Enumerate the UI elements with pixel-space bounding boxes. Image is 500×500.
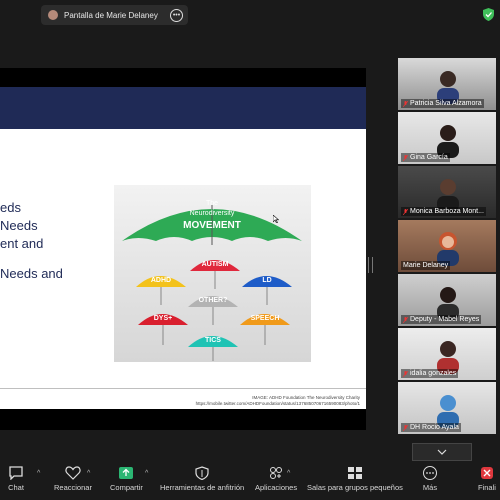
mic-muted-icon: [402, 370, 409, 377]
reactions-options-caret[interactable]: ^: [87, 470, 90, 477]
presentation-slide: eds Needs ent and Needs and The Neurodiv…: [0, 87, 366, 409]
mic-muted-icon: [402, 100, 409, 107]
end-call-icon: [480, 467, 493, 479]
participant-name-tag: Gina García: [401, 153, 450, 162]
mic-muted-icon: [402, 154, 409, 161]
chat-options-caret[interactable]: ^: [37, 470, 40, 477]
umbrella-label: DYS+: [154, 315, 172, 322]
breakout-rooms-button[interactable]: Salas para grupos pequeños: [307, 466, 403, 492]
mic-muted-icon: [402, 208, 409, 215]
chevron-down-icon: [437, 449, 447, 455]
participant-tile[interactable]: Deputy - Mabel Reyes: [398, 274, 496, 326]
panel-resize-handle[interactable]: [368, 257, 373, 273]
share-options-caret[interactable]: ^: [145, 470, 148, 477]
slide-bullet: Needs and: [0, 266, 63, 281]
screen-share-title: Pantalla de Marie Delaney: [64, 10, 158, 20]
umbrella-label: OTHER?: [199, 297, 228, 304]
participant-tile[interactable]: Monica Barboza Mont...: [398, 166, 496, 218]
umbrella-label: ADHD: [151, 277, 171, 284]
meeting-toolbar: Chat ^ Reaccionar ^ Compartir ^ Herramie…: [0, 462, 500, 500]
slide-bullet: Needs: [0, 218, 38, 233]
chat-button[interactable]: Chat: [8, 466, 24, 492]
participant-tile[interactable]: Patricia Silva Alzamora: [398, 58, 496, 110]
umbrella-label: SPEECH: [251, 315, 280, 322]
end-meeting-button[interactable]: Finali: [478, 466, 496, 492]
slide-bullet: ent and: [0, 236, 44, 251]
apps-icon: [270, 467, 283, 479]
umbrella-title-line: The: [206, 200, 218, 207]
umbrella-label: TICS: [205, 337, 221, 344]
slide-bullet-list: eds Needs ent and Needs and: [0, 199, 63, 283]
apps-options-caret[interactable]: ^: [287, 470, 290, 477]
heart-icon: [65, 466, 81, 480]
participant-name-tag: Marie Delaney: [401, 261, 451, 270]
more-icon: [423, 466, 437, 480]
participant-tile-active-speaker[interactable]: Marie Delaney: [398, 220, 496, 272]
shield-check-icon[interactable]: [483, 8, 494, 21]
umbrella-title-line: Neurodiversity: [190, 210, 235, 217]
participant-name-tag: idalia gonzales: [401, 369, 459, 378]
host-tools-button[interactable]: Herramientas de anfitrión: [160, 466, 244, 492]
participant-name-tag: Patricia Silva Alzamora: [401, 99, 484, 108]
share-screen-button[interactable]: Compartir: [110, 466, 143, 492]
slide-bullet: eds: [0, 200, 21, 215]
mouse-cursor-icon: [273, 215, 279, 223]
participant-tile[interactable]: DH Rocio Ayala: [398, 382, 496, 434]
neurodiversity-umbrella-image: The Neurodiversity MOVEMENT ADHD AUTISM …: [114, 185, 311, 362]
presenter-avatar: [48, 10, 58, 20]
chat-icon: [9, 466, 23, 480]
more-button[interactable]: Más: [422, 466, 438, 492]
breakout-rooms-icon: [347, 467, 362, 479]
ellipsis-circle-icon[interactable]: •••: [170, 8, 183, 22]
mic-muted-icon: [402, 424, 409, 431]
participant-tile[interactable]: Gina García: [398, 112, 496, 164]
shield-icon: [195, 466, 209, 480]
mic-muted-icon: [402, 316, 409, 323]
slide-divider-line: [0, 388, 366, 389]
slide-header-band: [0, 87, 366, 129]
umbrella-label: AUTISM: [202, 261, 229, 268]
participant-tile[interactable]: idalia gonzales: [398, 328, 496, 380]
umbrella-title-main: MOVEMENT: [183, 220, 241, 231]
participant-name-tag: Deputy - Mabel Reyes: [401, 315, 482, 324]
caption-line: https://mobile.twitter.com/ADHDFoundatio…: [195, 401, 360, 406]
share-screen-icon: [119, 467, 134, 479]
umbrella-label: LD: [262, 277, 271, 284]
top-bar: Pantalla de Marie Delaney •••: [0, 0, 500, 30]
image-caption: IMAGE: ADHD Foundation The Neurodiversit…: [160, 395, 360, 407]
participant-name-tag: DH Rocio Ayala: [401, 423, 461, 432]
screen-share-indicator[interactable]: Pantalla de Marie Delaney •••: [41, 5, 188, 25]
gallery-collapse-button[interactable]: [412, 443, 472, 461]
participant-name-tag: Monica Barboza Mont...: [401, 207, 486, 216]
apps-button[interactable]: Aplicaciones: [255, 466, 297, 492]
